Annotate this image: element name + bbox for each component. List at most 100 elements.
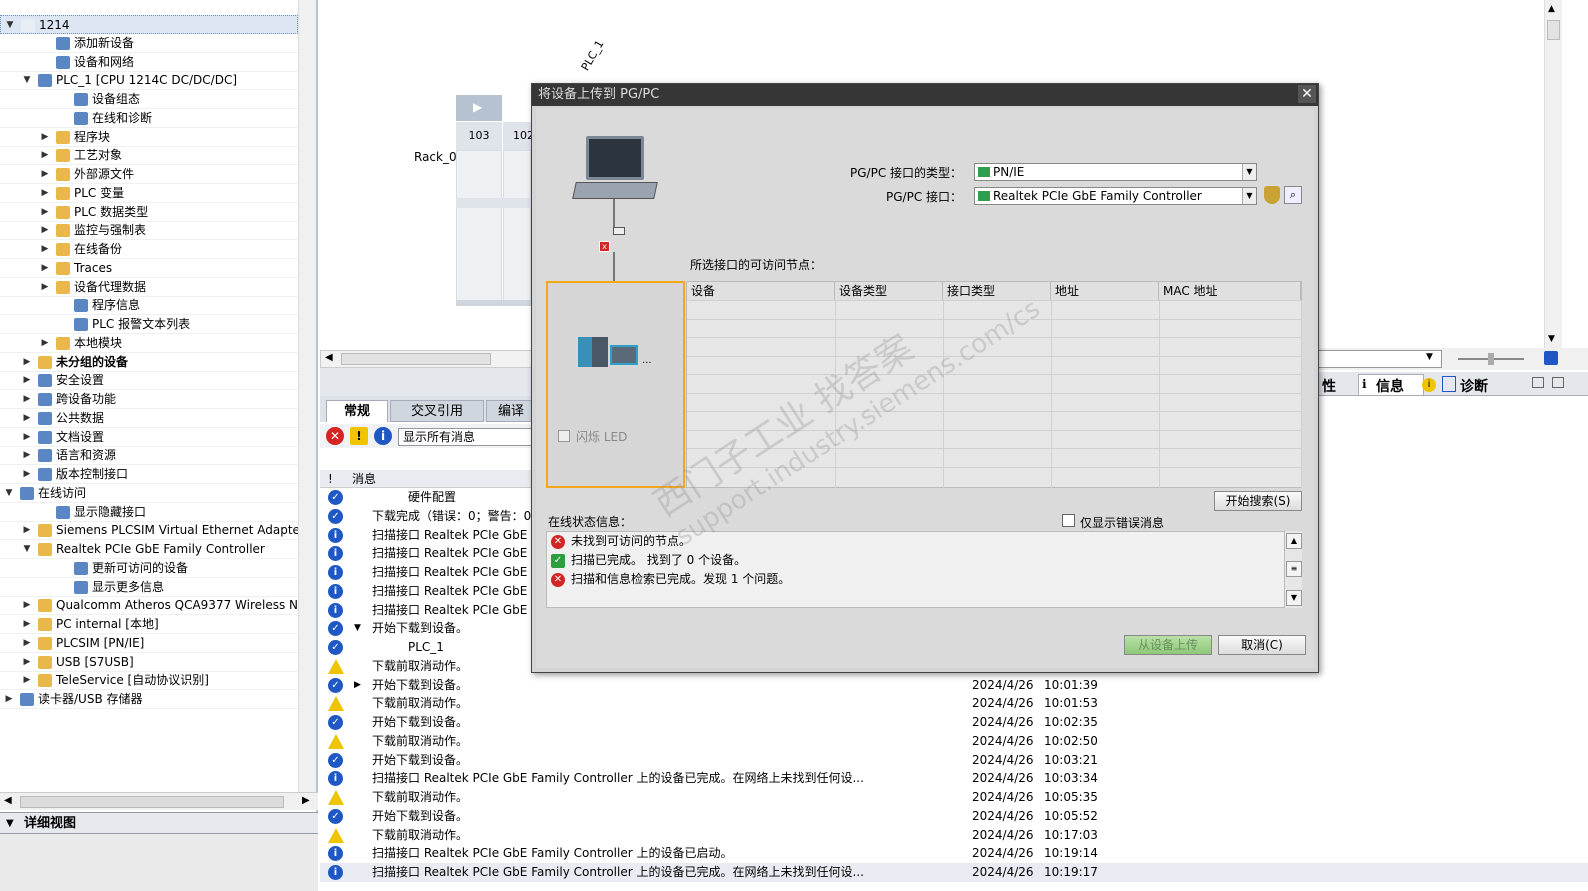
log-row[interactable]: ✓ 开始下载到设备。 2024/4/26 10:02:35: [320, 713, 1588, 732]
chevron-right-icon[interactable]: ▶: [22, 521, 32, 540]
status-scrollbar[interactable]: ▲ ≡ ▼: [1284, 531, 1302, 608]
table-row[interactable]: [687, 448, 1301, 449]
detail-view-header[interactable]: ▼ 详细视图: [0, 812, 318, 834]
info-filter-icon[interactable]: i: [374, 427, 392, 445]
tree-item[interactable]: ▼ Realtek PCIe GbE Family Controller: [0, 540, 312, 559]
tree-item[interactable]: PLC 报警文本列表: [0, 315, 298, 334]
warning-filter-icon[interactable]: !: [350, 427, 368, 445]
chevron-right-icon[interactable]: ▶: [22, 596, 32, 615]
chevron-right-icon[interactable]: ▶: [22, 371, 32, 390]
close-icon[interactable]: ✕: [1298, 85, 1316, 103]
tree-item[interactable]: ▶ 工艺对象: [0, 146, 298, 166]
chevron-right-icon[interactable]: ▶: [22, 353, 32, 372]
chevron-right-icon[interactable]: ▶: [4, 690, 14, 709]
rack-expand-button[interactable]: ▶: [456, 95, 502, 121]
chevron-down-icon[interactable]: ▼: [4, 484, 14, 503]
tree-item[interactable]: ▶ PLCSIM [PN/IE]: [0, 634, 312, 653]
chevron-right-icon[interactable]: ▶: [22, 671, 32, 690]
log-row[interactable]: ✓ 开始下载到设备。 2024/4/26 10:05:52: [320, 807, 1588, 826]
tree-item[interactable]: 在线和诊断: [0, 109, 298, 128]
tree-item[interactable]: ▶ PLC 数据类型: [0, 203, 298, 222]
log-row[interactable]: ✓ 开始下载到设备。 2024/4/26 10:03:21: [320, 751, 1588, 770]
chevron-right-icon[interactable]: ▶: [22, 653, 32, 672]
tab-diagnostics[interactable]: 诊断: [1460, 376, 1488, 396]
tree-item[interactable]: ▶ 程序块: [0, 128, 298, 147]
tree-item[interactable]: ▶ 监控与强制表: [0, 221, 298, 241]
log-row[interactable]: ✓ ▶ 开始下载到设备。 2024/4/26 10:01:39: [320, 676, 1588, 695]
tree-item[interactable]: ▶ USB [S7USB]: [0, 653, 312, 672]
scroll-thumb[interactable]: ≡: [1286, 561, 1302, 577]
message-filter-dropdown[interactable]: 显示所有消息: [398, 428, 532, 446]
cancel-button[interactable]: 取消(C): [1218, 635, 1306, 655]
chevron-down-icon[interactable]: ▼: [5, 16, 15, 35]
chevron-right-icon[interactable]: ▶: [40, 259, 50, 278]
tree-item[interactable]: ▶ 跨设备功能: [0, 390, 298, 409]
scroll-thumb[interactable]: [20, 796, 284, 808]
tree-item[interactable]: ▼ 在线访问: [0, 484, 298, 503]
log-row[interactable]: i 扫描接口 Realtek PCIe GbE Family Controller…: [320, 844, 1588, 863]
chevron-right-icon[interactable]: ▶: [22, 409, 32, 428]
table-row[interactable]: [687, 466, 1301, 468]
chevron-right-icon[interactable]: ▶: [40, 203, 50, 222]
canvas-vertical-scrollbar[interactable]: ▲ ▼: [1544, 0, 1562, 350]
tree-item[interactable]: ▶ 未分组的设备: [0, 353, 298, 372]
tree-item[interactable]: ▼ 1214: [0, 15, 298, 34]
tree-horizontal-scrollbar[interactable]: ◀ ▶: [0, 792, 318, 810]
chevron-down-icon[interactable]: ▼: [22, 71, 32, 90]
tree-item[interactable]: ▶ 本地模块: [0, 334, 298, 353]
tab-compile[interactable]: 编译: [486, 400, 536, 422]
canvas-horizontal-scrollbar[interactable]: ◀: [320, 350, 535, 368]
chevron-right-icon[interactable]: ▶: [22, 634, 32, 653]
log-row[interactable]: i 扫描接口 Realtek PCIe GbE Family Controller…: [320, 769, 1588, 788]
start-search-button[interactable]: 开始搜索(S): [1214, 491, 1302, 511]
error-filter-icon[interactable]: ✕: [326, 427, 344, 445]
tab-properties[interactable]: 性: [1322, 376, 1336, 396]
table-row[interactable]: [687, 392, 1301, 394]
rack-slot[interactable]: [456, 150, 502, 302]
tree-item[interactable]: ▶ Siemens PLCSIM Virtual Ethernet Adapter: [0, 521, 312, 541]
upload-from-device-button[interactable]: 从设备上传: [1124, 635, 1212, 655]
scroll-down-icon[interactable]: ▼: [1286, 590, 1302, 606]
tree-item[interactable]: ▶ TeleService [自动协议识别]: [0, 671, 312, 691]
tree-item[interactable]: ▼ PLC_1 [CPU 1214C DC/DC/DC]: [0, 71, 298, 91]
flash-led-checkbox[interactable]: [558, 430, 570, 442]
scroll-up-icon[interactable]: ▲: [1548, 4, 1555, 14]
table-row[interactable]: [687, 355, 1301, 357]
tree-vertical-scrollbar[interactable]: [298, 0, 316, 792]
chevron-right-icon[interactable]: ▶: [40, 334, 50, 353]
chevron-right-icon[interactable]: ▶: [354, 676, 361, 694]
log-row[interactable]: 下载前取消动作。 2024/4/26 10:05:35: [320, 788, 1588, 807]
scroll-down-icon[interactable]: ▼: [1548, 334, 1555, 344]
chevron-right-icon[interactable]: ▶: [40, 240, 50, 259]
shield-icon[interactable]: [1264, 186, 1280, 204]
table-row[interactable]: [687, 300, 1301, 301]
chevron-right-icon[interactable]: ▶: [40, 221, 50, 240]
window-maximize-icon[interactable]: [1552, 377, 1564, 388]
accessible-nodes-table[interactable]: 设备 设备类型 接口类型 地址 MAC 地址: [686, 281, 1302, 488]
scroll-up-icon[interactable]: ▲: [1286, 533, 1302, 549]
table-header[interactable]: 地址: [1051, 282, 1159, 300]
tree-item[interactable]: ▶ PC internal [本地]: [0, 615, 312, 634]
table-row[interactable]: [687, 429, 1301, 431]
tree-item[interactable]: 添加新设备: [0, 34, 298, 53]
table-row[interactable]: [687, 374, 1301, 375]
chevron-down-icon[interactable]: ▼: [354, 619, 361, 637]
tree-item[interactable]: ▶ Traces: [0, 259, 298, 278]
tree-item[interactable]: ▶ 在线备份: [0, 240, 298, 259]
search-icon[interactable]: ⌕: [1284, 186, 1302, 204]
chevron-right-icon[interactable]: ▶: [40, 184, 50, 203]
tree-item[interactable]: 设备组态: [0, 90, 298, 109]
table-header[interactable]: 设备类型: [835, 282, 943, 300]
table-row[interactable]: [687, 411, 1301, 412]
tree-item[interactable]: 更新可访问的设备: [0, 559, 298, 578]
tab-info[interactable]: 信息: [1376, 376, 1404, 396]
table-row[interactable]: [687, 318, 1301, 320]
tree-item[interactable]: ▶ 安全设置: [0, 371, 298, 391]
log-row[interactable]: i 扫描接口 Realtek PCIe GbE Family Controller…: [320, 863, 1588, 882]
tab-general[interactable]: 常规: [326, 400, 388, 422]
chevron-right-icon[interactable]: ▶: [40, 128, 50, 147]
scroll-right-icon[interactable]: ▶: [302, 795, 310, 806]
chevron-right-icon[interactable]: ▶: [22, 428, 32, 447]
tree-item[interactable]: ▶ 设备代理数据: [0, 278, 298, 297]
scroll-thumb[interactable]: [341, 353, 491, 365]
